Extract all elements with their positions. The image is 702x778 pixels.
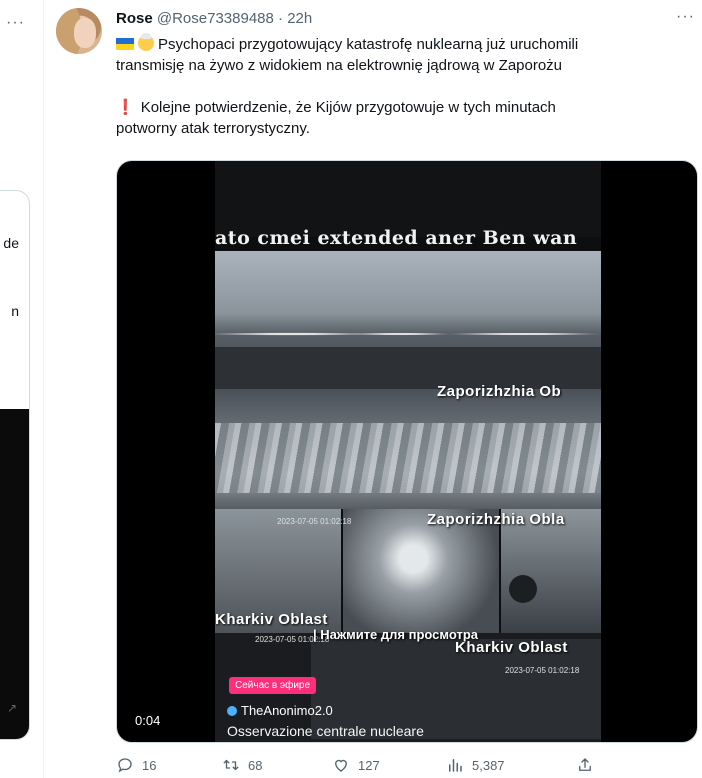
- more-icon[interactable]: ···: [6, 14, 25, 32]
- column-divider: [43, 0, 44, 778]
- channel-icon: [227, 706, 237, 716]
- video-subtitle: Osservazione centrale nucleare: [227, 723, 424, 739]
- heart-icon: [335, 759, 347, 772]
- tweet-line-text: transmisję na żywo z widokiem na elektro…: [116, 57, 563, 74]
- timestamp: 2023-07-05 01:02:18: [277, 517, 352, 526]
- reply-icon: [118, 758, 132, 773]
- previous-tweet-card[interactable]: de n ↗: [0, 190, 30, 740]
- avatar[interactable]: [56, 8, 102, 54]
- tweet-time[interactable]: 22h: [287, 10, 312, 27]
- tweet-actions: 16 68 127 5,387: [116, 756, 686, 778]
- like-count: 127: [358, 757, 380, 773]
- satellite-dish-icon: [509, 575, 537, 603]
- tweet-header: Rose @Rose73389488 · 22h: [116, 10, 312, 27]
- card-text-fragment: n: [11, 303, 19, 319]
- tweet-line: ❗ Kolejne potwierdzenie, że Kijów przygot…: [116, 97, 686, 118]
- video-topbar: [215, 161, 601, 237]
- tweet-line-text: Kolejne potwierdzenie, że Kijów przygoto…: [140, 99, 556, 116]
- channel-name-text: TheAnonimo2.0: [241, 703, 333, 718]
- location-label: Zaporizhzhia Ob: [437, 383, 562, 400]
- video-player[interactable]: ato cmei extended aner Ben wan Zaporizhz…: [116, 160, 698, 743]
- expand-icon[interactable]: ↗: [7, 701, 17, 715]
- author-handle[interactable]: @Rose73389488: [157, 10, 274, 27]
- card-text-fragment: de: [3, 235, 19, 251]
- tweet-line: transmisję na żywo z widokiem na elektro…: [116, 55, 686, 76]
- location-label: Kharkiv Oblast: [215, 611, 328, 628]
- separator: ·: [278, 10, 284, 27]
- tweet-line: Psychopaci przygotowujący katastrofę nuk…: [116, 33, 686, 55]
- avatar-face: [74, 18, 96, 48]
- video-duration: 0:04: [129, 711, 167, 730]
- views-icon: [449, 759, 462, 772]
- camera-panel: [215, 389, 601, 509]
- tweet-line-text: potworny atak terrorystyczny.: [116, 120, 310, 137]
- exploding-head-icon: [138, 33, 154, 51]
- tweet-line-text: Psychopaci przygotowujący katastrofę nuk…: [158, 36, 579, 53]
- more-options-icon[interactable]: ···: [676, 8, 695, 26]
- timestamp: 2023-07-05 01:02:18: [505, 666, 580, 675]
- location-label: Zaporizhzhia Obla: [427, 511, 565, 528]
- views-button[interactable]: 5,387: [446, 756, 505, 774]
- play-prompt[interactable]: | Нажмите для просмотра: [313, 627, 478, 642]
- exclamation-icon: ❗: [116, 99, 135, 116]
- retweet-button[interactable]: 68: [222, 756, 262, 774]
- retweet-icon: [223, 759, 239, 771]
- tweet-text: Psychopaci przygotowujący katastrofę nuk…: [116, 33, 686, 139]
- channel-name: TheAnonimo2.0: [227, 703, 333, 718]
- previous-tweet-column: ··· de n ↗: [0, 0, 44, 778]
- camera-panel: [215, 251, 601, 389]
- reply-button[interactable]: 16: [116, 756, 156, 774]
- share-icon: [579, 758, 591, 771]
- like-button[interactable]: 127: [332, 756, 380, 774]
- reply-count: 16: [142, 757, 157, 773]
- retweet-count: 68: [248, 757, 263, 773]
- card-media: [0, 409, 29, 739]
- author-name[interactable]: Rose: [116, 10, 153, 27]
- live-badge: Сейчас в эфире: [229, 677, 317, 694]
- video-frame: ato cmei extended aner Ben wan Zaporizhz…: [215, 161, 601, 742]
- tweet-line: potworny atak terrorystyczny.: [116, 118, 686, 139]
- ukraine-flag-icon: [116, 38, 134, 50]
- share-button[interactable]: [576, 756, 594, 774]
- views-count: 5,387: [472, 757, 505, 773]
- video-caption: ato cmei extended aner Ben wan: [215, 227, 578, 249]
